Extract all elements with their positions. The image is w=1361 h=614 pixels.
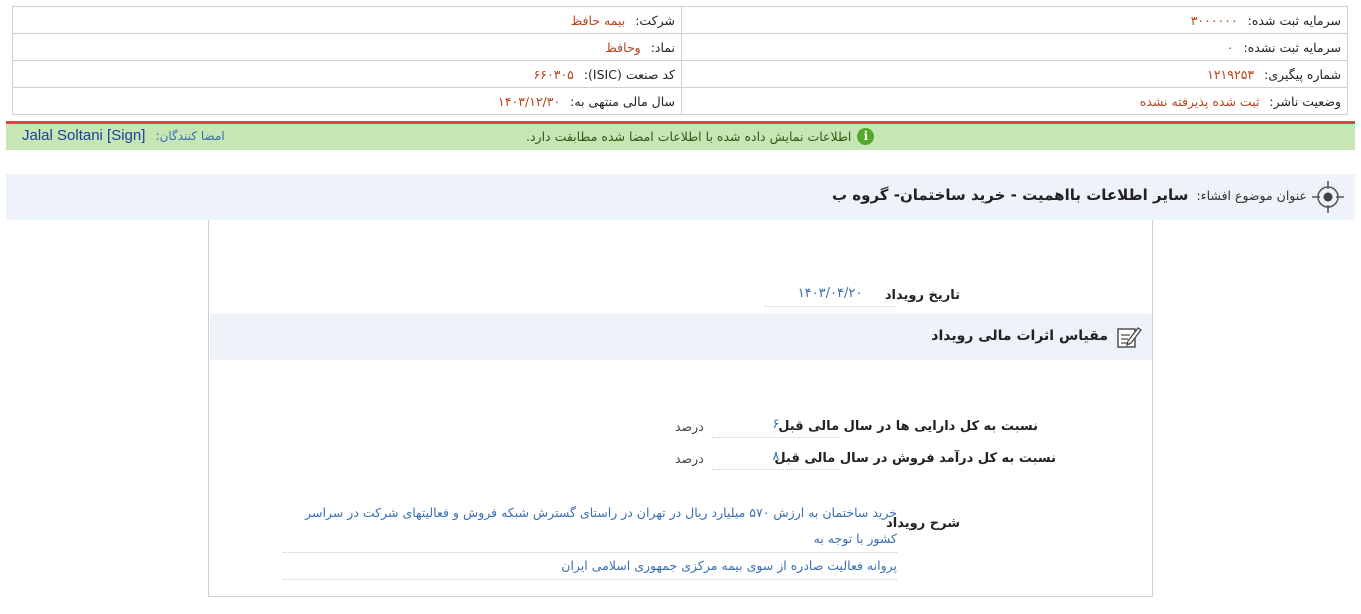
isic-value: ۶۶۰۳۰۵	[533, 66, 574, 82]
signature-status: i اطلاعات نمایش داده شده با اطلاعات امضا…	[526, 128, 875, 145]
financial-impact-section: مقیاس اثرات مالی رویداد	[210, 314, 1152, 360]
registered-capital-label: سرمایه ثبت شده:	[1247, 12, 1341, 28]
isic-label: کد صنعت (ISIC):	[583, 66, 675, 82]
subject-header: عنوان موضوع افشاء: سایر اطلاعات بااهمیت …	[6, 174, 1355, 220]
info-row: سال مالی منتهی به: ۱۴۰۳/۱۲/۳۰ وضعیت ناشر…	[12, 87, 1348, 115]
info-row: کد صنعت (ISIC): ۶۶۰۳۰۵ شماره پیگیری: ۱۲۱…	[12, 60, 1348, 88]
registered-capital-cell: سرمایه ثبت شده: ۳۰۰۰۰۰۰	[681, 6, 1348, 34]
isic-cell: کد صنعت (ISIC): ۶۶۰۳۰۵	[12, 60, 682, 88]
assets-ratio-unit: درصد	[675, 419, 704, 434]
target-icon	[1312, 181, 1344, 213]
signers: امضا کنندگان: Jalal Soltani [Sign]	[22, 127, 225, 144]
description-label: شرح رویداد	[886, 516, 960, 531]
info-row: شرکت: بیمه حافظ سرمایه ثبت شده: ۳۰۰۰۰۰۰	[12, 6, 1348, 34]
sales-ratio-unit: درصد	[675, 451, 704, 466]
edit-note-icon	[1117, 327, 1142, 348]
event-date-label: تاریخ رویداد	[884, 288, 960, 303]
unregistered-capital-label: سرمایه ثبت نشده:	[1243, 39, 1341, 55]
event-description: خرید ساختمان به ارزش ۵۷۰ میلیارد ریال در…	[283, 500, 897, 580]
assets-ratio-value: ۶	[712, 415, 840, 438]
event-date-value: ۱۴۰۳/۰۴/۲۰	[765, 284, 895, 307]
publisher-status-value: ثبت شده پذیرفته نشده	[1139, 93, 1260, 109]
fiscal-year-value: ۱۴۰۳/۱۲/۳۰	[498, 93, 561, 109]
signature-bar: امضا کنندگان: Jalal Soltani [Sign] i اطل…	[6, 124, 1355, 150]
unregistered-capital-value: ۰	[1226, 39, 1234, 55]
company-value: بیمه حافظ	[570, 12, 626, 28]
subject-title: سایر اطلاعات بااهمیت - خرید ساختمان- گرو…	[832, 186, 1189, 204]
symbol-value[interactable]: وحافظ	[605, 40, 640, 55]
signature-message: اطلاعات نمایش داده شده با اطلاعات امضا ش…	[526, 129, 852, 144]
sales-ratio-value: ۸	[712, 447, 840, 470]
fiscal-year-cell: سال مالی منتهی به: ۱۴۰۳/۱۲/۳۰	[12, 87, 682, 115]
symbol-cell: نماد: وحافظ	[12, 33, 682, 61]
info-row: نماد: وحافظ سرمایه ثبت نشده: ۰	[12, 33, 1348, 61]
subject-label: عنوان موضوع افشاء:	[1196, 188, 1307, 203]
tracking-cell: شماره پیگیری: ۱۲۱۹۲۵۳	[681, 60, 1348, 88]
description-line: خرید ساختمان به ارزش ۵۷۰ میلیارد ریال در…	[283, 500, 897, 553]
signers-label: امضا کنندگان:	[155, 129, 225, 143]
publisher-status-cell: وضعیت ناشر: ثبت شده پذیرفته نشده	[681, 87, 1348, 115]
symbol-label: نماد:	[650, 39, 675, 55]
fiscal-year-label: سال مالی منتهی به:	[570, 93, 675, 109]
tracking-label: شماره پیگیری:	[1264, 66, 1341, 82]
company-cell: شرکت: بیمه حافظ	[12, 6, 682, 34]
unregistered-capital-cell: سرمایه ثبت نشده: ۰	[681, 33, 1348, 61]
publisher-status-label: وضعیت ناشر:	[1269, 93, 1341, 109]
subject: عنوان موضوع افشاء: سایر اطلاعات بااهمیت …	[832, 186, 1307, 204]
event-panel: تاریخ رویداد ۱۴۰۳/۰۴/۲۰ مقیاس اثرات مالی…	[208, 220, 1153, 597]
tracking-value: ۱۲۱۹۲۵۳	[1207, 66, 1255, 82]
company-info-table: شرکت: بیمه حافظ سرمایه ثبت شده: ۳۰۰۰۰۰۰ …	[12, 6, 1348, 115]
signer-name-link[interactable]: Jalal Soltani [Sign]	[22, 127, 145, 144]
description-line: پروانه فعالیت صادره از سوی بیمه مرکزی جم…	[283, 553, 897, 580]
registered-capital-value: ۳۰۰۰۰۰۰	[1190, 12, 1238, 28]
company-label: شرکت:	[635, 12, 675, 28]
info-icon: i	[857, 128, 875, 145]
section-title: مقیاس اثرات مالی رویداد	[931, 328, 1108, 344]
